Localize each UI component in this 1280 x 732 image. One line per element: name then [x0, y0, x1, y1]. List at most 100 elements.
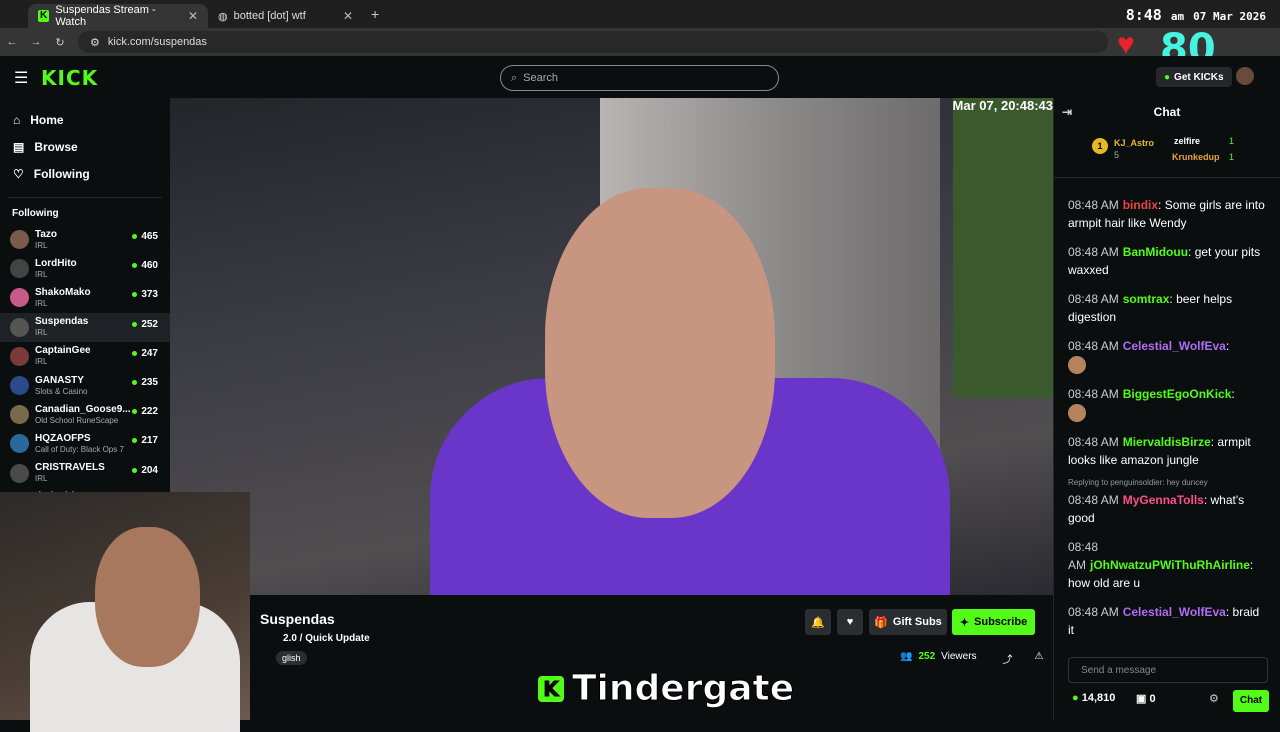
avatar[interactable] [1236, 67, 1254, 85]
viewer-count-text: 465 [141, 231, 158, 242]
subscribe-button[interactable]: ✦ Subscribe [952, 609, 1035, 635]
globe-icon: ◍ [218, 10, 228, 23]
chat-username[interactable]: BiggestEgoOnKick [1123, 387, 1232, 401]
following-item[interactable]: Suspendas IRL 252 [0, 312, 170, 342]
channel-name: Tazo [35, 228, 58, 240]
chat-username[interactable]: somtrax [1123, 292, 1170, 306]
message-text: how old are u [1068, 575, 1141, 590]
tab-botted[interactable]: ◍ botted [dot] wtf ✕ [208, 4, 363, 28]
get-kicks-label: Get KICKs [1174, 71, 1224, 83]
channel-name: ShakoMako [35, 286, 91, 298]
share-icon[interactable]: ⤴ [1003, 651, 1013, 666]
gift-subs-label: Gift Subs [892, 616, 942, 628]
send-chat-button[interactable]: Chat [1233, 690, 1269, 712]
chat-message: 08:48 AM jOhNwatzuPWiThuRhAirline: how ol… [1068, 539, 1254, 590]
chat-username[interactable]: jOhNwatzuPWiThuRhAirline [1090, 558, 1250, 572]
following-item[interactable]: LordHito IRL 460 [0, 254, 170, 283]
channel-avatar [10, 434, 29, 454]
chat-messages: 08:48 AM bindix: Some girls are into armp… [1054, 178, 1280, 641]
close-icon[interactable]: ✕ [188, 9, 198, 23]
box-icon: ▣ [1136, 693, 1147, 705]
following-item[interactable]: Tazo IRL 465 [0, 225, 170, 254]
sidebar-item-browse[interactable]: ▤ Browse [0, 133, 170, 160]
site-header: ☰ KICK ⌕ Search ● Get KICKs [0, 56, 1280, 98]
leader-name: KJ_Astro [1114, 138, 1155, 148]
menu-icon[interactable]: ☰ [14, 68, 28, 88]
search-input[interactable]: ⌕ Search [500, 65, 779, 91]
live-dot-icon [132, 350, 138, 356]
viewer-label: Viewers [941, 651, 977, 662]
viewer-count-text: 252 [141, 318, 158, 330]
heart-icon: ♥ [846, 616, 854, 628]
close-icon[interactable]: ✕ [343, 9, 353, 23]
streamer-name[interactable]: Suspendas [260, 611, 335, 627]
follow-button[interactable]: ♥ [837, 609, 863, 635]
channel-viewers: 222 [132, 406, 158, 417]
viewer-count: 👥 252 Viewers ⤴ ⚠ [900, 651, 1044, 666]
kick-favicon-icon: K [38, 10, 50, 22]
chat-username[interactable]: bindix [1123, 198, 1158, 212]
channel-viewers: 217 [132, 435, 158, 446]
channel-viewers: 252 [132, 319, 158, 330]
channel-viewers: 204 [132, 465, 158, 476]
chat-username[interactable]: Celestial_WolfEva [1123, 605, 1226, 619]
subscribe-label: Subscribe [974, 616, 1028, 628]
following-item[interactable]: Canadian_Goose9... Old School RuneScape 22… [0, 400, 170, 429]
chat-panel: ⇥ Chat 1 KJ_Astro 5 zelfire 1 Krunkedup 1… [1053, 98, 1280, 720]
search-icon: ⌕ [511, 71, 518, 84]
kick-logo[interactable]: KICK [41, 66, 98, 90]
video-timestamp: Mar 07, 20:48:43 [952, 98, 1053, 113]
sidebar-item-following[interactable]: ♡ Following [0, 160, 170, 187]
chat-username[interactable]: MyGennaTolls [1123, 493, 1204, 507]
get-kicks-button[interactable]: ● Get KICKs [1156, 67, 1232, 87]
following-item[interactable]: CRISTRAVELS IRL 204 [0, 459, 170, 488]
settings-gear-icon[interactable]: ⚙ [1209, 692, 1219, 705]
language-tag[interactable]: glish [276, 651, 307, 665]
viewer-count-text: 217 [141, 435, 158, 447]
chat-username[interactable]: Celestial_WolfEva [1123, 339, 1226, 353]
leader3-count: 1 [1229, 152, 1235, 162]
streamer-face [545, 188, 775, 518]
webcam-face [95, 527, 200, 667]
live-dot-icon [132, 263, 138, 269]
chat-username[interactable]: MiervaldisBirze [1123, 435, 1211, 449]
clock-ampm: am [1170, 10, 1185, 23]
following-item[interactable]: GANASTY Slots & Casino 235 [0, 371, 170, 400]
new-tab-button[interactable]: + [371, 6, 379, 22]
tab-kick[interactable]: K Suspendas Stream - Watch ✕ [28, 4, 208, 28]
reload-icon[interactable]: ↻ [48, 36, 72, 49]
channel-viewers: 247 [132, 348, 158, 359]
chat-username[interactable]: BanMidouu [1123, 245, 1188, 259]
collapse-chat-icon[interactable]: ⇥ [1062, 105, 1072, 119]
notification-button[interactable]: 🔔 [805, 609, 831, 635]
forward-icon[interactable]: → [24, 36, 48, 48]
emote-icon [1068, 403, 1086, 422]
channel-name: CaptainGee [35, 345, 91, 357]
following-item[interactable]: ShakoMako IRL 373 [0, 283, 170, 312]
live-dot-icon [132, 409, 138, 415]
channel-avatar [10, 317, 29, 337]
following-item[interactable]: CaptainGee IRL 247 [0, 342, 170, 371]
channel-points[interactable]: ● 14,810 [1072, 692, 1115, 704]
video-player[interactable]: Mar 07, 20:48:43 [170, 98, 1053, 595]
chat-input[interactable]: Send a message [1068, 657, 1268, 683]
channel-category: Old School RuneScape [35, 415, 119, 425]
channel-viewers: 460 [132, 260, 158, 271]
channel-name: LordHito [35, 257, 77, 269]
points-icon: ● [1072, 692, 1079, 704]
gift-subs-button[interactable]: 🎁 Gift Subs [869, 609, 947, 635]
back-icon[interactable]: ← [0, 36, 24, 48]
sidebar-item-home[interactable]: ⌂ Home [0, 106, 170, 133]
viewer-count-text: 222 [141, 406, 158, 418]
site-info-icon[interactable]: ⚙ [90, 36, 100, 49]
webcam-overlay [0, 492, 250, 732]
address-bar[interactable]: ⚙ kick.com/suspendas [78, 31, 1108, 53]
chat-message: 08:48 AM MyGennaTolls: what's good [1068, 492, 1245, 525]
following-title: Following [12, 208, 59, 219]
following-item[interactable]: HQZAOFPS Call of Duty: Black Ops 7 217 [0, 429, 170, 458]
kicks-balance[interactable]: ▣ 0 [1136, 692, 1156, 705]
channel-name: GANASTY [35, 374, 84, 386]
report-icon[interactable]: ⚠ [1035, 651, 1044, 666]
chat-header: ⇥ Chat [1054, 98, 1280, 126]
channel-avatar [10, 376, 29, 396]
